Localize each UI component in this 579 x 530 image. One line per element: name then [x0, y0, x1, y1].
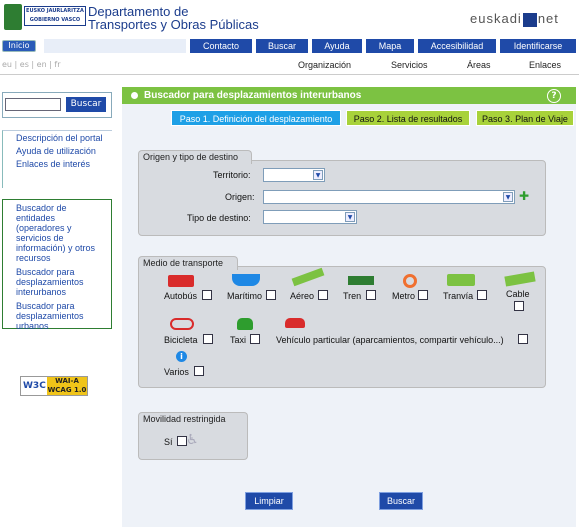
- help-icon[interactable]: ?: [547, 89, 561, 103]
- brand-suffix: net: [537, 11, 559, 26]
- tram-icon: [447, 274, 475, 286]
- mode-metro-checkbox[interactable]: [418, 290, 428, 300]
- transport-legend: Medio de transporte: [138, 256, 238, 270]
- logo-emblem-icon: [4, 4, 22, 30]
- mode-maritimo-label: Marítimo: [227, 291, 263, 301]
- step-1-tab[interactable]: Paso 1. Definición del desplazamiento: [171, 110, 341, 126]
- link-descripcion[interactable]: Descripción del portal: [3, 133, 112, 143]
- train-icon: [348, 276, 374, 285]
- mode-bicicleta-label: Bicicleta: [164, 335, 198, 345]
- mode-tren-label: Tren: [343, 291, 362, 301]
- mode-varios-label: Varios: [164, 367, 189, 377]
- link-buscador-urbanos[interactable]: Buscador para desplazamientos urbanos: [3, 301, 103, 331]
- brand-text: euskadi: [470, 11, 522, 26]
- tipo-destino-select[interactable]: ▼: [263, 210, 357, 224]
- subnav-organizacion[interactable]: Organización: [298, 60, 351, 70]
- sidebar-info-links: Descripción del portal Ayuda de utilizac…: [2, 130, 112, 188]
- subnav-enlaces[interactable]: Enlaces: [529, 60, 561, 70]
- wai-label: WAI-A: [47, 377, 87, 386]
- subnav-areas[interactable]: Áreas: [467, 60, 491, 70]
- mode-vehiculo-label: Vehículo particular (aparcamientos, comp…: [276, 335, 504, 345]
- chevron-down-icon: ▼: [345, 212, 355, 222]
- origin-legend: Origen y tipo de destino: [138, 150, 252, 164]
- mode-autobus-label: Autobús: [164, 291, 198, 301]
- add-origin-icon[interactable]: ✚: [519, 190, 529, 202]
- mode-varios-checkbox[interactable]: [194, 366, 204, 376]
- mode-tranvia-checkbox[interactable]: [477, 290, 487, 300]
- chevron-down-icon: ▼: [313, 170, 323, 180]
- info-icon: i: [176, 351, 187, 362]
- nav-accesibilidad[interactable]: Accesibilidad: [418, 39, 496, 53]
- si-label: Sí: [164, 437, 173, 447]
- mode-metro-label: Metro: [392, 291, 416, 301]
- topbar-spacer: [44, 39, 186, 53]
- link-ayuda[interactable]: Ayuda de utilización: [3, 146, 112, 156]
- w3c-wai-badge[interactable]: W3C WAI-A WCAG 1.0: [20, 376, 88, 396]
- link-buscador-interurbanos[interactable]: Buscador para desplazamientos interurban…: [3, 267, 103, 297]
- tipo-destino-label: Tipo de destino:: [187, 213, 251, 223]
- language-links[interactable]: eu | es | en | fr: [2, 60, 61, 69]
- w3c-logo: W3C: [23, 381, 46, 391]
- department-title[interactable]: Departamento de Transportes y Obras Públ…: [88, 5, 259, 31]
- wcag-label: WCAG 1.0: [47, 386, 87, 395]
- metro-icon: [403, 274, 417, 288]
- mode-vehiculo-checkbox[interactable]: [518, 334, 528, 344]
- nav-buscar[interactable]: Buscar: [256, 39, 308, 53]
- mode-cable-checkbox[interactable]: [514, 301, 524, 311]
- nav-ayuda[interactable]: Ayuda: [312, 39, 362, 53]
- sidebar-search-links: Buscador de entidades (operadores y serv…: [2, 199, 112, 331]
- mode-maritimo-checkbox[interactable]: [266, 290, 276, 300]
- territorio-select[interactable]: ▼: [263, 168, 325, 182]
- bus-icon: [168, 275, 194, 287]
- page-title: Buscador para desplazamientos interurban…: [122, 87, 576, 104]
- chevron-down-icon: ▼: [503, 192, 513, 202]
- bullet-icon: [131, 92, 138, 99]
- subnav-servicios[interactable]: Servicios: [391, 60, 428, 70]
- step-3-tab[interactable]: Paso 3. Plan de Viaje: [476, 110, 574, 126]
- ship-icon: [232, 274, 260, 286]
- nav-mapa[interactable]: Mapa: [366, 39, 414, 53]
- mode-aereo-checkbox[interactable]: [318, 290, 328, 300]
- home-button[interactable]: Inicio: [2, 40, 36, 52]
- link-buscador-entidades[interactable]: Buscador de entidades (operadores y serv…: [3, 203, 103, 263]
- step-2-tab[interactable]: Paso 2. Lista de resultados: [346, 110, 470, 126]
- divider: [0, 74, 579, 75]
- mode-tren-checkbox[interactable]: [366, 290, 376, 300]
- mobility-legend: Movilidad restringida: [138, 412, 248, 426]
- euskadi-logo[interactable]: euskadi net: [470, 11, 559, 27]
- mode-cable-label: Cable: [506, 289, 530, 299]
- nav-identificarse[interactable]: Identificarse: [500, 39, 576, 53]
- brand-square-icon: [522, 12, 537, 27]
- buscar-button[interactable]: Buscar: [379, 492, 423, 510]
- sidebar-search-button[interactable]: Buscar: [66, 97, 106, 112]
- mode-autobus-checkbox[interactable]: [202, 290, 212, 300]
- mode-taxi-checkbox[interactable]: [250, 334, 260, 344]
- territorio-label: Territorio:: [213, 170, 251, 180]
- nav-contacto[interactable]: Contacto: [190, 39, 252, 53]
- mode-tranvia-label: Tranvía: [443, 291, 474, 301]
- mode-bicicleta-checkbox[interactable]: [203, 334, 213, 344]
- mode-taxi-label: Taxi: [230, 335, 247, 345]
- bicycle-icon: [170, 318, 194, 330]
- limpiar-button[interactable]: Limpiar: [245, 492, 293, 510]
- origen-label: Origen:: [225, 192, 255, 202]
- car-icon: [285, 318, 305, 328]
- taxi-icon: [237, 318, 253, 330]
- mode-aereo-label: Aéreo: [290, 291, 315, 301]
- wheelchair-icon: ♿: [186, 432, 199, 448]
- gov-logo: EUSKO JAURLARITZA GOBIERNO VASCO: [24, 6, 86, 26]
- link-enlaces[interactable]: Enlaces de interés: [3, 159, 112, 169]
- dept-line2: Transportes y Obras Públicas: [88, 17, 259, 32]
- sidebar-search-input[interactable]: [5, 98, 61, 111]
- origen-select[interactable]: ▼: [263, 190, 515, 204]
